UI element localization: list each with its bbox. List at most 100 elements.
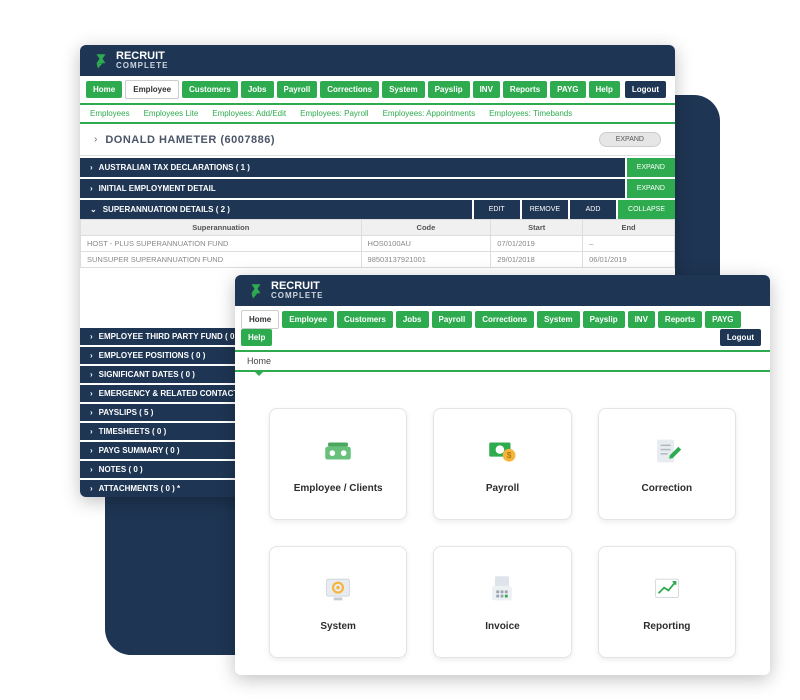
- nav-tab-payslip[interactable]: Payslip: [583, 311, 625, 328]
- nav-tab-inv[interactable]: INV: [473, 81, 500, 98]
- subnav-link[interactable]: Employees: Appointments: [383, 109, 476, 118]
- nav-tab-payroll[interactable]: Payroll: [432, 311, 473, 328]
- logout-button[interactable]: Logout: [625, 81, 666, 98]
- table-cell: SUNSUPER SUPERANNUATION FUND: [81, 252, 362, 268]
- chevron-right-icon: ›: [90, 370, 93, 379]
- nav-tab-payg[interactable]: PAYG: [705, 311, 740, 328]
- section-label: PAYSLIPS ( 5 ): [99, 408, 154, 417]
- section-label: EMPLOYEE THIRD PARTY FUND ( 0 ): [99, 332, 240, 341]
- window-home-dashboard: RECRUIT COMPLETE HomeEmployeeCustomersJo…: [235, 275, 770, 675]
- table-row[interactable]: HOST - PLUS SUPERANNUATION FUNDHOS0100AU…: [81, 236, 675, 252]
- tile-label: Reporting: [643, 621, 690, 632]
- subnav-link[interactable]: Employees: [90, 109, 130, 118]
- nav-tab-employee[interactable]: Employee: [282, 311, 334, 328]
- tile-label: Payroll: [486, 483, 519, 494]
- section-initial-employment[interactable]: › INITIAL EMPLOYMENT DETAIL EXPAND: [80, 179, 675, 198]
- active-tab-indicator: [253, 370, 265, 376]
- nav-tab-reports[interactable]: Reports: [503, 81, 547, 98]
- table-header: Code: [361, 220, 491, 236]
- nav-tab-jobs[interactable]: Jobs: [241, 81, 274, 98]
- nav-tab-help[interactable]: Help: [589, 81, 620, 98]
- section-label: ATTACHMENTS ( 0 ) *: [99, 484, 180, 493]
- employee-subnav: Employees Employees Lite Employees: Add/Ed…: [80, 105, 675, 124]
- table-cell: HOST - PLUS SUPERANNUATION FUND: [81, 236, 362, 252]
- table-cell: 29/01/2018: [491, 252, 583, 268]
- tile-system[interactable]: System: [269, 546, 407, 658]
- subnav-link[interactable]: Employees: Add/Edit: [212, 109, 286, 118]
- dashboard-tiles: Employee / Clients $ Payroll Correction Syst…: [235, 372, 770, 675]
- nav-tab-payslip[interactable]: Payslip: [428, 81, 470, 98]
- nav-tab-employee[interactable]: Employee: [125, 80, 179, 99]
- nav-tab-help[interactable]: Help: [241, 329, 272, 346]
- nav-tab-customers[interactable]: Customers: [182, 81, 238, 98]
- tile-label: Invoice: [485, 621, 519, 632]
- money-icon: $: [485, 434, 519, 473]
- chevron-right-icon: ›: [94, 134, 97, 145]
- tile-label: Correction: [642, 483, 693, 494]
- subnav-link[interactable]: Employees: Payroll: [300, 109, 368, 118]
- section-label: SUPERANNUATION DETAILS ( 2 ): [103, 205, 230, 214]
- logo-icon: [92, 52, 110, 70]
- section-tax-declarations[interactable]: › AUSTRALIAN TAX DECLARATIONS ( 1 ) EXPAN…: [80, 158, 675, 177]
- table-cell: HOS0100AU: [361, 236, 491, 252]
- chevron-right-icon: ›: [90, 484, 93, 493]
- chevron-right-icon: ›: [90, 184, 93, 193]
- table-header: Start: [491, 220, 583, 236]
- nav-tab-system[interactable]: System: [537, 311, 579, 328]
- nav-tab-inv[interactable]: INV: [628, 311, 655, 328]
- table-row[interactable]: SUNSUPER SUPERANNUATION FUND985031379210…: [81, 252, 675, 268]
- expand-button[interactable]: EXPAND: [627, 158, 675, 177]
- nav-tab-jobs[interactable]: Jobs: [396, 311, 429, 328]
- table-cell: 06/01/2019: [583, 252, 675, 268]
- logo-icon: [247, 282, 265, 300]
- section-label: EMPLOYEE POSITIONS ( 0 ): [99, 351, 206, 360]
- section-label: INITIAL EMPLOYMENT DETAIL: [99, 184, 216, 193]
- nav-tab-system[interactable]: System: [382, 81, 424, 98]
- expand-button[interactable]: EXPAND: [627, 179, 675, 198]
- tile-correction[interactable]: Correction: [598, 408, 736, 520]
- chevron-right-icon: ›: [90, 351, 93, 360]
- chevron-right-icon: ›: [90, 465, 93, 474]
- edit-button[interactable]: EDIT: [474, 200, 520, 219]
- superannuation-table: SuperannuationCodeStartEnd HOST - PLUS S…: [80, 219, 675, 268]
- nav-tab-customers[interactable]: Customers: [337, 311, 393, 328]
- brand-bar: RECRUIT COMPLETE: [80, 45, 675, 76]
- section-label: TIMESHEETS ( 0 ): [99, 427, 167, 436]
- remove-button[interactable]: REMOVE: [522, 200, 568, 219]
- nav-tab-home[interactable]: Home: [241, 310, 279, 329]
- section-label: PAYG SUMMARY ( 0 ): [99, 446, 180, 455]
- tile-invoice[interactable]: Invoice: [433, 546, 571, 658]
- employee-title: DONALD HAMETER (6007886): [105, 134, 275, 146]
- correction-icon: [650, 434, 684, 473]
- collapse-button[interactable]: COLLAPSE: [618, 200, 675, 219]
- chevron-right-icon: ›: [90, 427, 93, 436]
- table-cell: –: [583, 236, 675, 252]
- reporting-icon: [650, 572, 684, 611]
- chevron-right-icon: ›: [90, 163, 93, 172]
- tile-label: System: [320, 621, 356, 632]
- table-cell: 07/01/2019: [491, 236, 583, 252]
- nav-tab-payroll[interactable]: Payroll: [277, 81, 318, 98]
- page-header: › DONALD HAMETER (6007886) EXPAND: [80, 124, 675, 156]
- svg-text:$: $: [507, 450, 512, 460]
- logout-button[interactable]: Logout: [720, 329, 761, 346]
- main-nav: HomeEmployeeCustomersJobsPayrollCorrecti…: [235, 306, 770, 352]
- section-label: AUSTRALIAN TAX DECLARATIONS ( 1 ): [99, 163, 250, 172]
- tile-reporting[interactable]: Reporting: [598, 546, 736, 658]
- tile-employee-clients[interactable]: Employee / Clients: [269, 408, 407, 520]
- nav-tab-home[interactable]: Home: [86, 81, 122, 98]
- home-tab-label[interactable]: Home: [247, 356, 271, 366]
- tile-payroll[interactable]: $ Payroll: [433, 408, 571, 520]
- tile-label: Employee / Clients: [294, 483, 383, 494]
- subnav-link[interactable]: Employees: Timebands: [489, 109, 572, 118]
- nav-tab-corrections[interactable]: Corrections: [320, 81, 379, 98]
- table-header: Superannuation: [81, 220, 362, 236]
- nav-tab-corrections[interactable]: Corrections: [475, 311, 534, 328]
- people-icon: [321, 434, 355, 473]
- add-button[interactable]: ADD: [570, 200, 616, 219]
- nav-tab-reports[interactable]: Reports: [658, 311, 702, 328]
- nav-tab-payg[interactable]: PAYG: [550, 81, 585, 98]
- section-superannuation[interactable]: ⌄SUPERANNUATION DETAILS ( 2 ) EDIT REMOV…: [80, 200, 675, 219]
- expand-all-button[interactable]: EXPAND: [599, 132, 661, 147]
- subnav-link[interactable]: Employees Lite: [144, 109, 199, 118]
